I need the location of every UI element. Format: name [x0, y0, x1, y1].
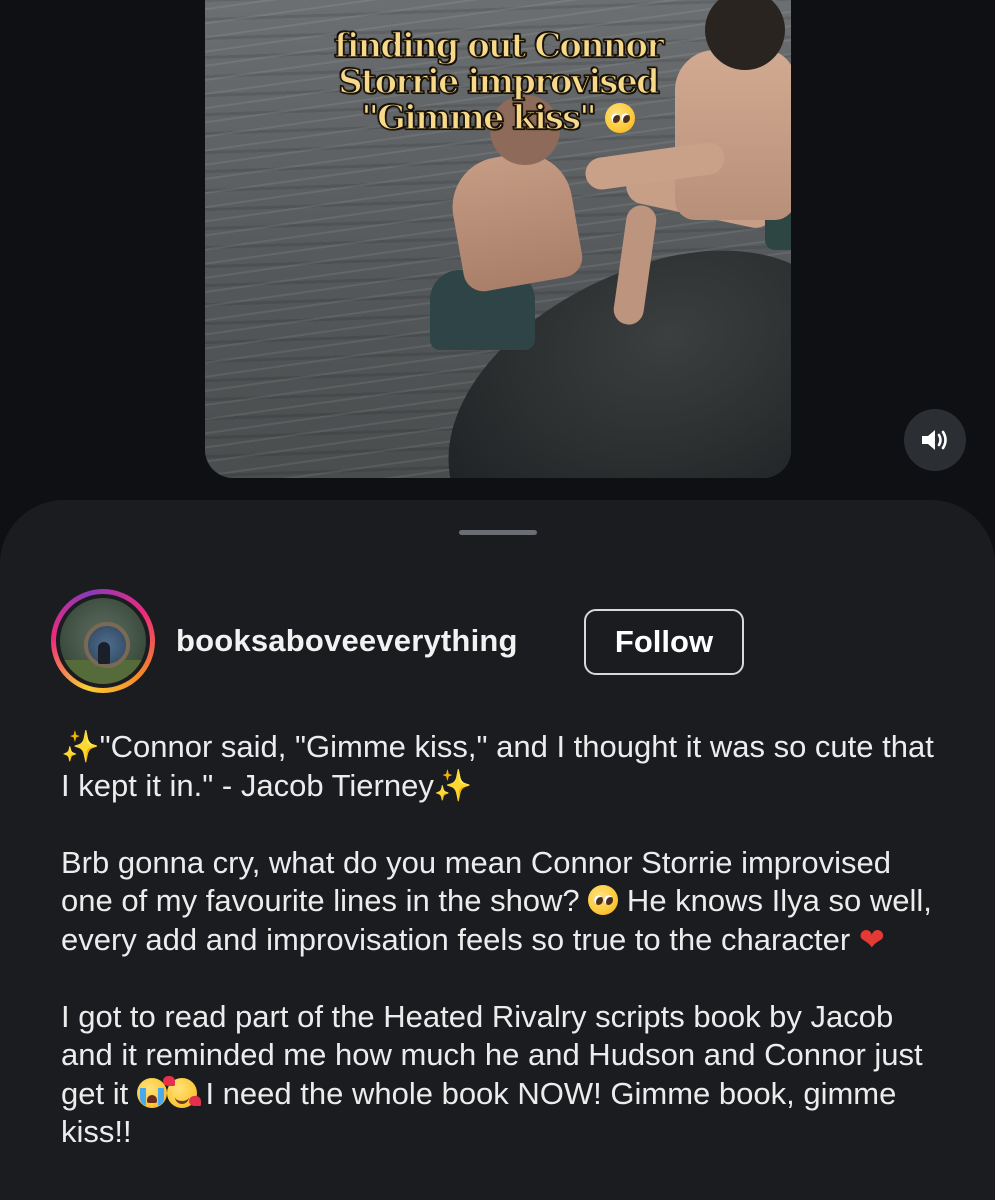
caption-line-3: "Gimme kiss" — [205, 98, 791, 138]
follow-button[interactable]: Follow — [584, 609, 744, 675]
speaker-volume-icon — [922, 430, 947, 450]
caption-paragraph-2: Brb gonna cry, what do you mean Connor S… — [61, 844, 951, 960]
video-caption: finding out Connor Storrie improvised "G… — [205, 26, 791, 138]
caption-line-3-text: "Gimme kiss" — [361, 98, 598, 138]
smiling-face-with-hearts-icon — [162, 1075, 197, 1108]
caption-paragraph-1: ✨"Connor said, "Gimme kiss," and I thoug… — [61, 728, 951, 805]
caption-paragraph-3: I got to read part of the Heated Rivalry… — [61, 998, 951, 1152]
profile-avatar[interactable] — [51, 589, 155, 693]
reels-screen: finding out Connor Storrie improvised "G… — [0, 0, 995, 1200]
avatar-figure — [98, 642, 110, 664]
avatar-inner-ring — [56, 594, 150, 688]
caption-sheet: booksaboveeverything Follow ✨"Connor sai… — [0, 500, 995, 1200]
post-caption: ✨"Connor said, "Gimme kiss," and I thoug… — [61, 728, 951, 1190]
sparkles-icon: ✨ — [61, 729, 100, 765]
quote-text: "Connor said, "Gimme kiss," and I though… — [61, 729, 934, 803]
sheet-drag-handle[interactable] — [459, 530, 537, 535]
red-heart-icon: ❤ — [858, 921, 885, 958]
caption-line-2: Storrie improvised — [337, 62, 660, 102]
pleading-face-icon — [604, 103, 635, 133]
caption-line-1: finding out Connor — [333, 26, 665, 66]
reel-video[interactable]: finding out Connor Storrie improvised "G… — [205, 0, 791, 478]
profile-username[interactable]: booksaboveeverything — [176, 623, 518, 659]
avatar-photo — [60, 598, 146, 684]
sparkles-icon: ✨ — [433, 767, 473, 804]
pleading-face-icon — [588, 885, 619, 915]
sound-toggle-button[interactable] — [904, 409, 966, 471]
